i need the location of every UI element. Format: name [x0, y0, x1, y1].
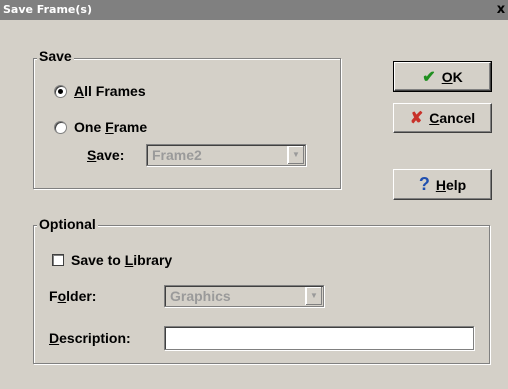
one-frame-radio[interactable]: One Frame — [54, 119, 147, 135]
ok-button-label: OK — [441, 68, 463, 85]
folder-label: Folder: — [49, 288, 97, 304]
all-frames-radio[interactable]: All Frames — [54, 83, 146, 99]
save-group-label: Save — [37, 48, 74, 64]
one-frame-label: One Frame — [74, 119, 148, 135]
cancel-button[interactable]: ✘ Cancel — [393, 103, 492, 133]
cancel-button-label: Cancel — [429, 110, 476, 126]
folder-select-value: Graphics — [170, 288, 231, 304]
ok-button[interactable]: ✔ OK — [393, 61, 492, 92]
save-frame-select[interactable]: Frame2 ▼ — [146, 144, 306, 166]
all-frames-label: All Frames — [74, 83, 146, 99]
save-to-library-checkbox-box[interactable] — [52, 254, 64, 266]
folder-select[interactable]: Graphics ▼ — [164, 285, 324, 307]
description-label: Description: — [49, 330, 131, 346]
optional-group-label: Optional — [37, 216, 98, 232]
x-icon: ✘ — [409, 110, 424, 127]
title-bar: Save Frame(s) x — [0, 0, 508, 20]
save-frame-select-value: Frame2 — [152, 147, 202, 163]
help-button[interactable]: ? Help — [393, 169, 492, 200]
help-button-label: Help — [435, 176, 467, 193]
close-icon[interactable]: x — [494, 1, 508, 19]
checkmark-icon: ✔ — [422, 68, 436, 86]
save-field-label: Save: — [87, 147, 125, 163]
description-input[interactable] — [164, 326, 474, 350]
chevron-down-icon[interactable]: ▼ — [305, 287, 322, 305]
question-icon: ? — [418, 174, 430, 194]
all-frames-radio-dot[interactable] — [54, 84, 67, 98]
one-frame-radio-dot[interactable] — [54, 120, 67, 134]
chevron-down-icon[interactable]: ▼ — [287, 146, 304, 164]
save-to-library-label: Save to Library — [71, 252, 173, 268]
window-title: Save Frame(s) — [3, 3, 92, 16]
save-to-library-checkbox[interactable]: Save to Library — [52, 252, 172, 268]
